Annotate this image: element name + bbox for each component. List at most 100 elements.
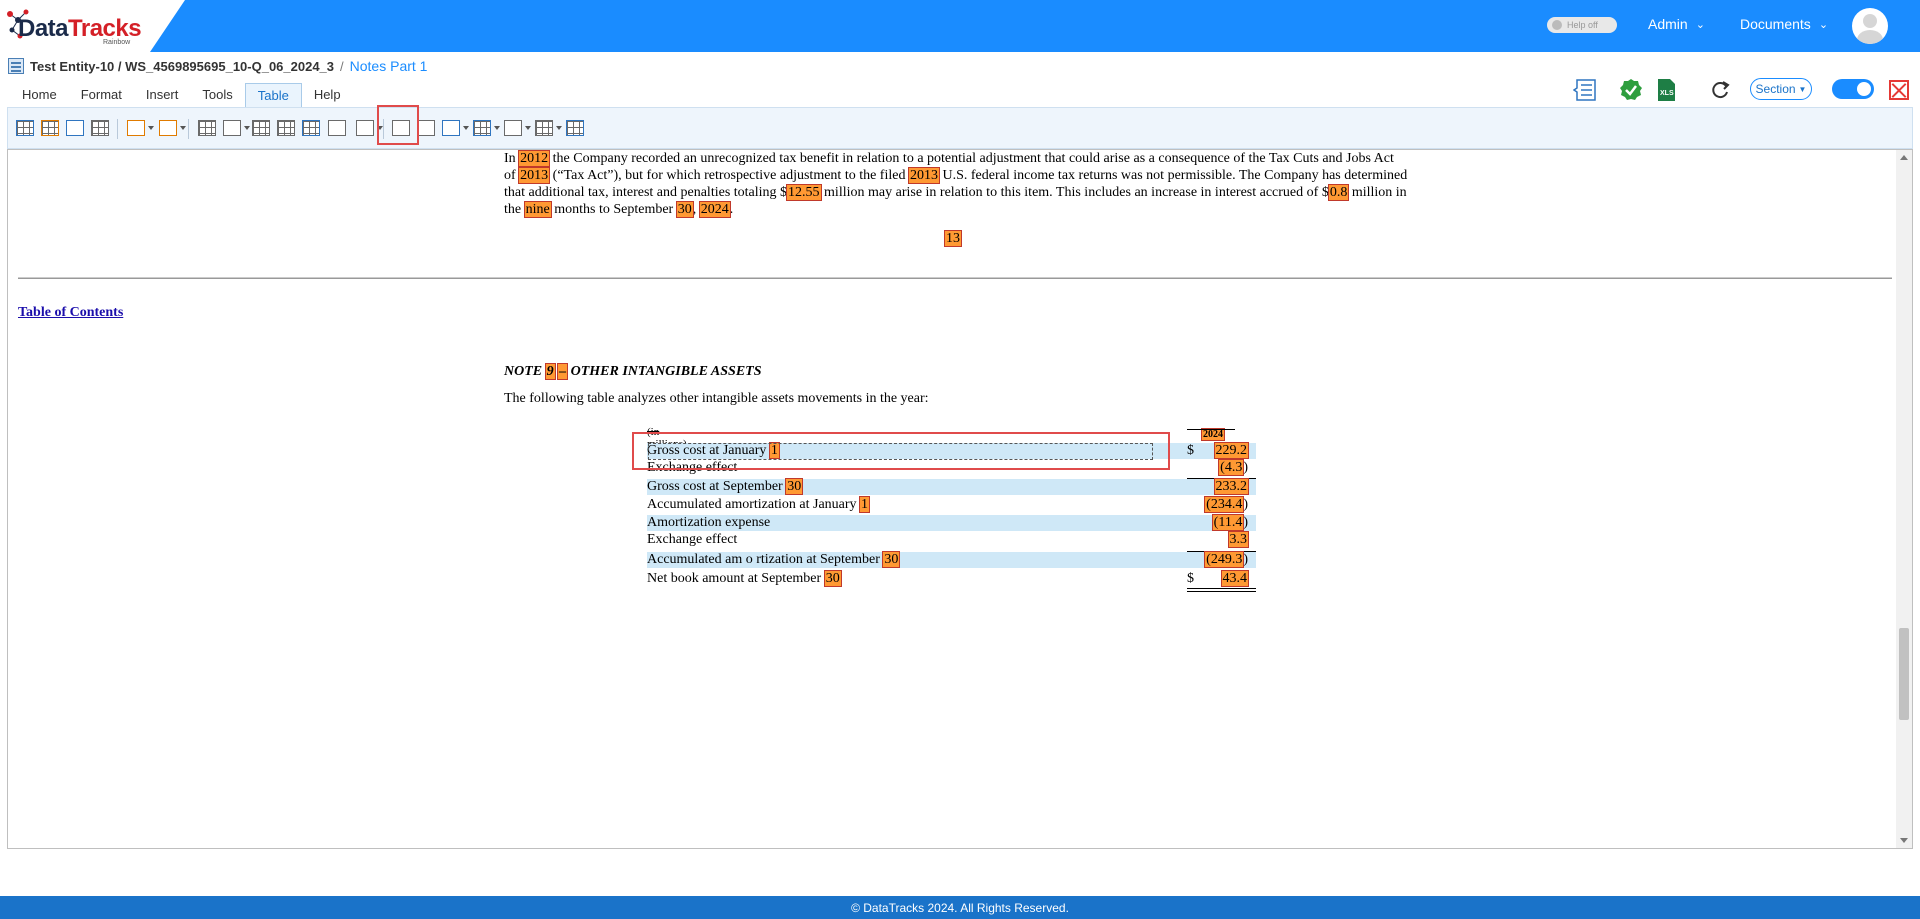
format-icon — [504, 120, 522, 136]
section-dropdown[interactable]: Section ▼ — [1750, 78, 1812, 100]
documents-menu[interactable]: Documents ⌄ — [1740, 16, 1828, 32]
tagged-fact[interactable]: 13 — [944, 230, 962, 247]
caret-down-icon — [556, 126, 562, 130]
cell-shading-dropdown[interactable] — [221, 118, 250, 138]
toggle-knob — [1552, 20, 1562, 30]
row-value: 229.2 — [1213, 442, 1249, 459]
excel-export-icon[interactable]: XLS — [1653, 78, 1679, 102]
row-label: Gross cost at September 30 — [647, 478, 804, 495]
table-row[interactable]: Gross cost at September 30 233.2 — [647, 478, 1256, 495]
scrollbar-thumb[interactable] — [1899, 628, 1909, 720]
merge-cells-icon — [302, 120, 320, 136]
tagged-fact[interactable]: 2012 — [518, 150, 551, 167]
caret-down-icon: ▼ — [1798, 84, 1807, 94]
toolbar-divider — [188, 119, 189, 139]
line-spacing-icon — [356, 120, 374, 136]
close-icon[interactable] — [1889, 80, 1909, 100]
tagged-fact[interactable]: 2013 — [907, 167, 940, 184]
tagged-fact[interactable]: 2013 — [518, 167, 551, 184]
help-toggle[interactable]: Help off — [1547, 17, 1617, 33]
double-underline — [1187, 588, 1256, 589]
vertical-scrollbar[interactable] — [1896, 150, 1912, 848]
insert-table-button[interactable] — [14, 118, 36, 138]
refresh-icon[interactable] — [1708, 78, 1734, 102]
user-avatar[interactable] — [1852, 8, 1888, 44]
table-of-contents-link[interactable]: Table of Contents — [18, 305, 123, 321]
logo-subtitle: Rainbow — [103, 39, 131, 46]
table-row[interactable]: Exchange effect 3.3 — [647, 531, 1256, 548]
tagged-fact[interactable]: 30 — [882, 551, 901, 568]
section-dropdown-label: Section — [1755, 82, 1796, 96]
breadcrumb-separator: / — [340, 58, 344, 74]
help-toggle-label: Help off — [1567, 20, 1598, 30]
outline-panel-icon[interactable] — [1573, 78, 1599, 102]
insert-columns-dropdown[interactable] — [157, 118, 186, 138]
delete-table-icon — [566, 120, 584, 136]
tab-format[interactable]: Format — [69, 83, 134, 107]
show-gridlines-button[interactable] — [89, 118, 111, 138]
table-row[interactable]: Accumulated amortization at January 1 (2… — [647, 496, 1256, 513]
breadcrumb-entity[interactable]: Test Entity-10 / WS_4569895695_10-Q_06_2… — [30, 59, 334, 74]
delete-row-icon — [277, 120, 295, 136]
table-row[interactable]: Net book amount at September 30 $ 43.4 — [647, 570, 1256, 587]
top-header: DataTracks Rainbow Help off Admin ⌄ Docum… — [0, 0, 1920, 52]
gridlines-icon — [91, 120, 109, 136]
caret-down-icon — [463, 126, 469, 130]
tagged-fact[interactable]: 30 — [675, 201, 694, 218]
tab-table[interactable]: Table — [244, 83, 302, 107]
table-row[interactable]: Accumulated am o rtization at September … — [647, 551, 1256, 568]
page-number: 13 — [944, 230, 962, 247]
scroll-up-icon[interactable] — [1900, 155, 1908, 160]
document-editor[interactable]: In 2012 the Company recorded an unrecogn… — [7, 149, 1913, 849]
table-properties-button[interactable] — [39, 118, 61, 138]
tagged-fact[interactable]: 9 — [544, 363, 556, 380]
breadcrumb: Test Entity-10 / WS_4569895695_10-Q_06_2… — [8, 56, 427, 76]
delete-row-button[interactable] — [275, 118, 297, 138]
tagged-fact[interactable]: 30 — [785, 478, 804, 495]
column-format-dropdown[interactable] — [533, 118, 562, 138]
delete-column-button[interactable] — [250, 118, 272, 138]
distribute-columns-button[interactable] — [326, 118, 348, 138]
delete-table-button[interactable] — [564, 118, 586, 138]
scroll-down-icon[interactable] — [1900, 838, 1908, 843]
table-row[interactable]: Amortization expense (11.4) — [647, 514, 1256, 531]
table-toolbar — [7, 107, 1913, 149]
tagged-fact[interactable]: 2024 — [1201, 428, 1225, 441]
cell-align-dropdown[interactable] — [440, 118, 469, 138]
column-width-icon — [328, 120, 346, 136]
tagged-fact[interactable]: 30 — [823, 570, 842, 587]
tagged-fact[interactable]: nine — [523, 201, 552, 218]
validate-check-icon[interactable] — [1618, 78, 1644, 102]
tab-tools[interactable]: Tools — [190, 83, 244, 107]
tab-insert[interactable]: Insert — [134, 83, 191, 107]
insert-rows-dropdown[interactable] — [125, 118, 154, 138]
row-spacing-dropdown[interactable] — [354, 118, 383, 138]
rows-icon — [127, 120, 145, 136]
cell-borders-button[interactable] — [196, 118, 218, 138]
note-intro: The following table analyzes other intan… — [504, 391, 929, 406]
table-style-dropdown[interactable] — [471, 118, 500, 138]
paint-bucket-icon — [223, 120, 241, 136]
insert-row-above-button[interactable] — [64, 118, 86, 138]
copyright-text: © DataTracks 2024. All Rights Reserved. — [851, 900, 1069, 915]
row-label: Amortization expense — [647, 515, 771, 530]
tagged-fact[interactable]: 12.55 — [786, 184, 822, 201]
column-format-icon — [535, 120, 553, 136]
mode-toggle-switch[interactable] — [1832, 79, 1874, 99]
tagged-fact[interactable]: 2024 — [698, 201, 731, 218]
borders-icon — [198, 120, 216, 136]
tab-help[interactable]: Help — [302, 83, 353, 107]
row-label: Net book amount at September 30 — [647, 570, 842, 587]
tagged-fact[interactable]: 1 — [859, 496, 871, 513]
double-underline — [1187, 591, 1256, 592]
breadcrumb-current[interactable]: Notes Part 1 — [350, 58, 428, 74]
tagged-fact[interactable]: 0.8 — [1327, 184, 1350, 201]
cell-format-dropdown[interactable] — [502, 118, 531, 138]
admin-menu[interactable]: Admin ⌄ — [1648, 16, 1705, 32]
wrap-text-icon — [417, 120, 435, 136]
table-grid-icon — [16, 120, 34, 136]
merge-cells-button[interactable] — [300, 118, 322, 138]
tagged-fact[interactable]: – — [557, 363, 569, 380]
logo[interactable]: DataTracks Rainbow — [0, 0, 185, 52]
tab-home[interactable]: Home — [10, 83, 69, 107]
